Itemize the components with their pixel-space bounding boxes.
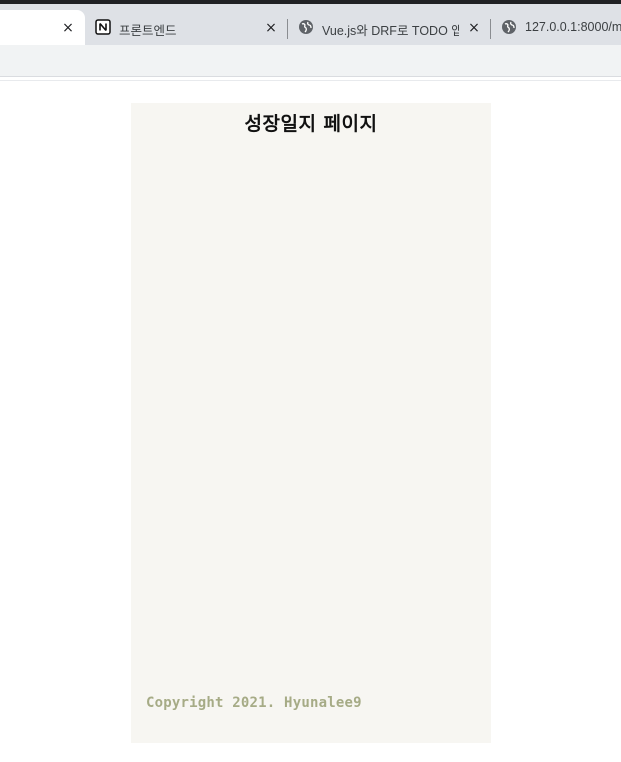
copyright-footer: Copyright 2021. Hyunalee9	[146, 695, 362, 711]
tab-strip: × 프론트엔드 × Vue.js와 DRF로 TODO 앱 × 127.0.0.…	[0, 4, 621, 45]
globe-icon	[299, 20, 313, 34]
tab-active[interactable]: ×	[0, 10, 85, 45]
tab-label: 프론트엔드	[119, 24, 177, 38]
toolbar-divider	[0, 80, 621, 81]
close-tab-icon[interactable]: ×	[263, 20, 279, 36]
tab-vue-drf[interactable]: Vue.js와 DRF로 TODO 앱 ×	[288, 10, 490, 45]
close-tab-icon[interactable]: ×	[466, 20, 482, 36]
tab-frontend[interactable]: 프론트엔드 ×	[85, 10, 285, 45]
close-tab-icon[interactable]: ×	[60, 20, 76, 36]
tab-localhost[interactable]: 127.0.0.1:8000/ma	[491, 10, 621, 45]
globe-icon	[502, 20, 516, 34]
notion-icon	[95, 19, 111, 35]
tab-label: Vue.js와 DRF로 TODO 앱	[322, 24, 459, 38]
tab-label: 127.0.0.1:8000/ma	[525, 20, 621, 34]
page-card: 성장일지 페이지 Copyright 2021. Hyunalee9	[131, 103, 491, 743]
browser-toolbar	[0, 45, 621, 77]
page-title: 성장일지 페이지	[244, 113, 378, 135]
